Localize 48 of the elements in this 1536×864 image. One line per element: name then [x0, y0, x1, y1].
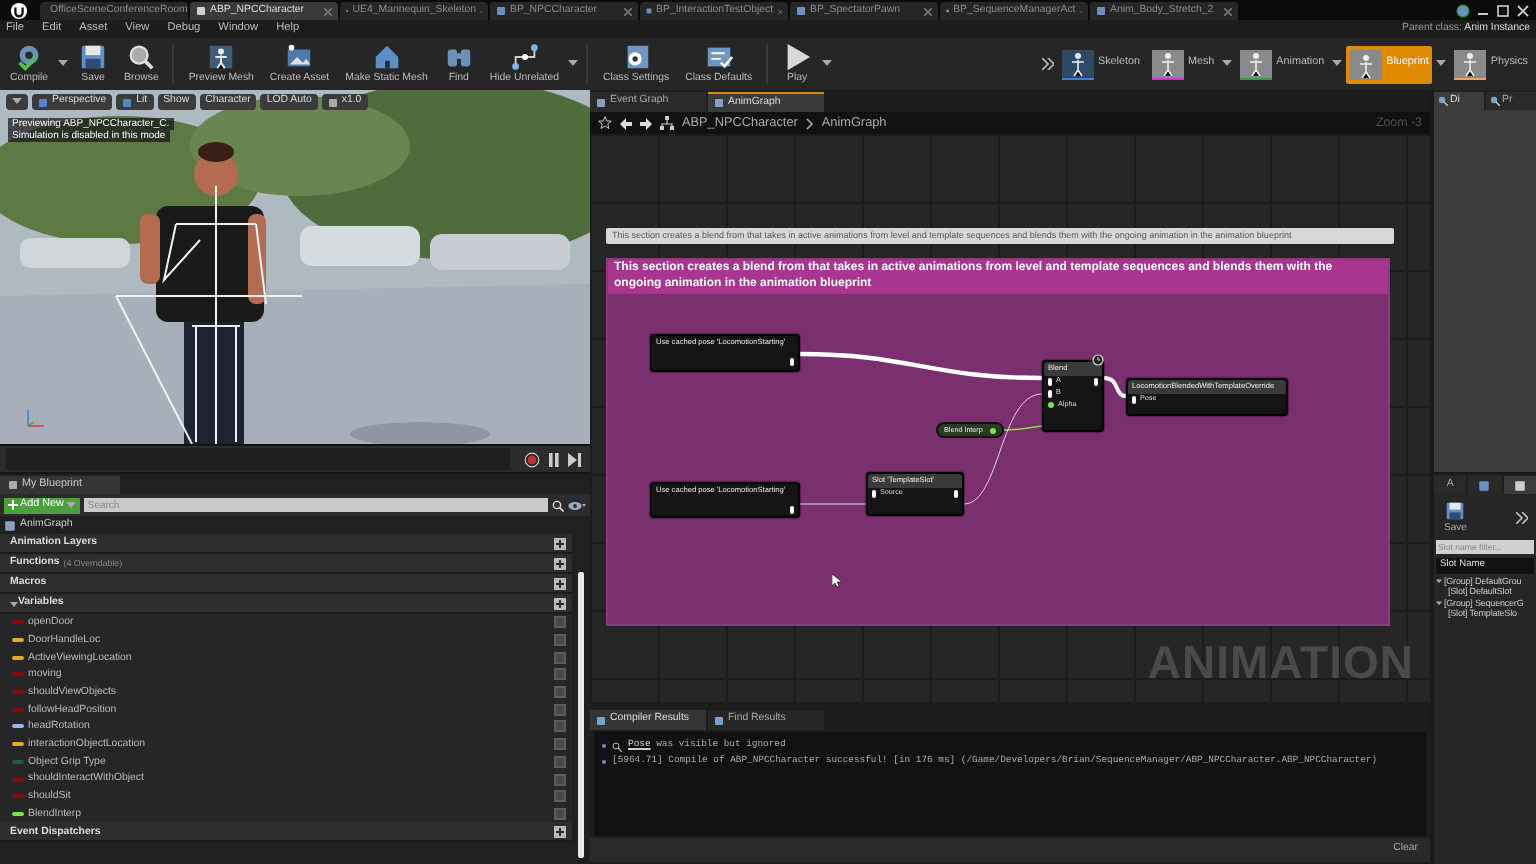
play-icon	[782, 42, 813, 73]
forward-arrow-icon[interactable]	[640, 117, 652, 129]
add-button[interactable]	[554, 577, 566, 589]
caret-icon[interactable]	[1436, 60, 1447, 68]
pin-icon[interactable]	[1048, 402, 1054, 409]
plus-icon	[8, 500, 18, 510]
expand-arrow-icon[interactable]	[10, 599, 18, 607]
figure-icon	[206, 42, 237, 73]
pin-icon[interactable]	[990, 427, 996, 433]
caret-icon[interactable]	[822, 60, 833, 68]
add-button[interactable]	[554, 597, 566, 609]
nodes-icon	[509, 42, 540, 73]
add-button[interactable]	[554, 557, 566, 569]
caret-icon[interactable]	[568, 60, 579, 68]
back-arrow-icon[interactable]	[620, 117, 632, 129]
floppy-icon	[78, 42, 109, 73]
chevron-icon	[805, 117, 814, 129]
close-icon[interactable]	[1516, 3, 1530, 17]
caret-icon	[12, 98, 22, 106]
house-icon	[371, 42, 402, 73]
hierarchy-icon	[660, 116, 674, 130]
panel-tab[interactable]	[1503, 476, 1536, 494]
caret-icon[interactable]	[1222, 60, 1233, 68]
step-forward-icon[interactable]	[568, 451, 582, 467]
add-button[interactable]	[554, 537, 566, 549]
star-icon[interactable]	[598, 116, 612, 130]
viewport-menu-button[interactable]	[6, 94, 28, 110]
globe-icon[interactable]	[1456, 3, 1470, 17]
pause-icon[interactable]	[548, 451, 560, 467]
caret-icon[interactable]	[58, 60, 69, 68]
axis-icon	[24, 406, 48, 430]
floppy-icon	[1478, 479, 1491, 491]
floppy-icon	[1444, 500, 1467, 522]
record-icon[interactable]	[524, 451, 540, 467]
caret-icon	[65, 501, 76, 509]
scrollbar[interactable]	[578, 572, 584, 858]
caret-icon[interactable]	[1332, 60, 1343, 68]
maximize-icon[interactable]	[1496, 3, 1510, 17]
chevron-icon[interactable]	[1041, 58, 1054, 70]
add-button[interactable]	[554, 825, 566, 838]
cursor-icon	[832, 574, 842, 588]
expand-arrow-icon[interactable]	[1436, 599, 1442, 606]
clock-icon	[1092, 354, 1104, 366]
checklist-icon	[703, 42, 734, 73]
panel-tab[interactable]	[1468, 476, 1502, 494]
expand-arrow-icon[interactable]	[1436, 577, 1442, 584]
chevron-icon[interactable]	[1516, 511, 1528, 524]
eye-icon[interactable]	[568, 499, 586, 511]
